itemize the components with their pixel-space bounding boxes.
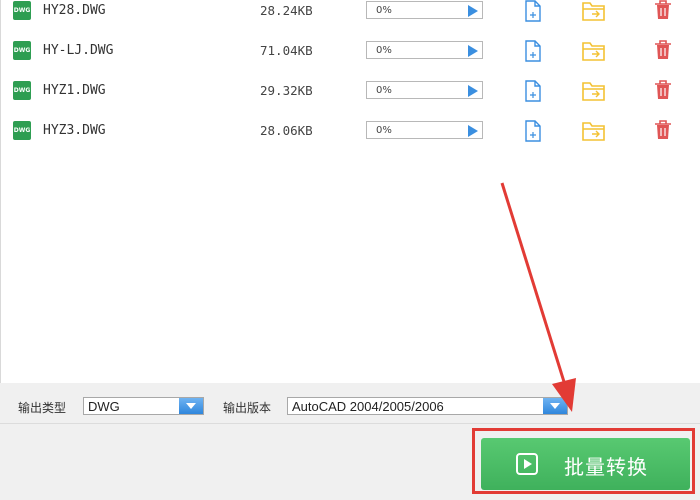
- play-icon[interactable]: [468, 85, 478, 97]
- output-type-label: 输出类型: [18, 401, 67, 415]
- play-icon[interactable]: [468, 45, 478, 57]
- folder-open-icon[interactable]: [582, 40, 606, 62]
- file-row: DWG HY28.DWG 28.24KB 0%: [0, 0, 700, 41]
- folder-open-icon[interactable]: [582, 0, 606, 22]
- conversion-progress: 0%: [366, 81, 483, 99]
- output-version-value: AutoCAD 2004/2005/2006: [292, 399, 444, 414]
- document-preview-icon[interactable]: [522, 80, 544, 102]
- file-name: HY28.DWG: [43, 3, 106, 18]
- play-icon[interactable]: [468, 125, 478, 137]
- output-type-value: DWG: [88, 399, 120, 414]
- conversion-progress: 0%: [366, 121, 483, 139]
- document-preview-icon[interactable]: [522, 40, 544, 62]
- panel-divider: [0, 423, 700, 424]
- file-row: DWG HYZ1.DWG 29.32KB 0%: [0, 80, 700, 121]
- file-row: DWG HYZ3.DWG 28.06KB 0%: [0, 120, 700, 161]
- output-type-select[interactable]: DWG: [83, 397, 204, 415]
- progress-percent: 0%: [376, 45, 392, 56]
- document-preview-icon[interactable]: [522, 120, 544, 142]
- output-version-label: 输出版本: [223, 401, 272, 415]
- play-icon[interactable]: [468, 5, 478, 17]
- file-list: DWG HY28.DWG 28.24KB 0% DWG HY-LJ.DWG 71…: [0, 0, 700, 160]
- dwg-file-icon: DWG: [13, 1, 31, 20]
- dwg-file-icon: DWG: [13, 41, 31, 60]
- file-size: 29.32KB: [260, 83, 313, 98]
- chevron-down-icon[interactable]: [543, 398, 567, 414]
- annotation-highlight-box: [472, 428, 695, 494]
- dwg-file-icon: DWG: [13, 81, 31, 100]
- trash-icon[interactable]: [654, 80, 672, 100]
- file-size: 71.04KB: [260, 43, 313, 58]
- conversion-progress: 0%: [366, 1, 483, 19]
- file-size: 28.24KB: [260, 3, 313, 18]
- file-name: HYZ3.DWG: [43, 123, 106, 138]
- conversion-progress: 0%: [366, 41, 483, 59]
- file-size: 28.06KB: [260, 123, 313, 138]
- output-version-select[interactable]: AutoCAD 2004/2005/2006: [287, 397, 568, 415]
- progress-percent: 0%: [376, 5, 392, 16]
- document-preview-icon[interactable]: [522, 0, 544, 22]
- trash-icon[interactable]: [654, 0, 672, 20]
- chevron-down-icon[interactable]: [179, 398, 203, 414]
- folder-open-icon[interactable]: [582, 80, 606, 102]
- dwg-file-icon: DWG: [13, 121, 31, 140]
- file-row: DWG HY-LJ.DWG 71.04KB 0%: [0, 40, 700, 81]
- trash-icon[interactable]: [654, 120, 672, 140]
- progress-percent: 0%: [376, 125, 392, 136]
- file-name: HYZ1.DWG: [43, 83, 106, 98]
- progress-percent: 0%: [376, 85, 392, 96]
- folder-open-icon[interactable]: [582, 120, 606, 142]
- file-name: HY-LJ.DWG: [43, 43, 114, 58]
- trash-icon[interactable]: [654, 40, 672, 60]
